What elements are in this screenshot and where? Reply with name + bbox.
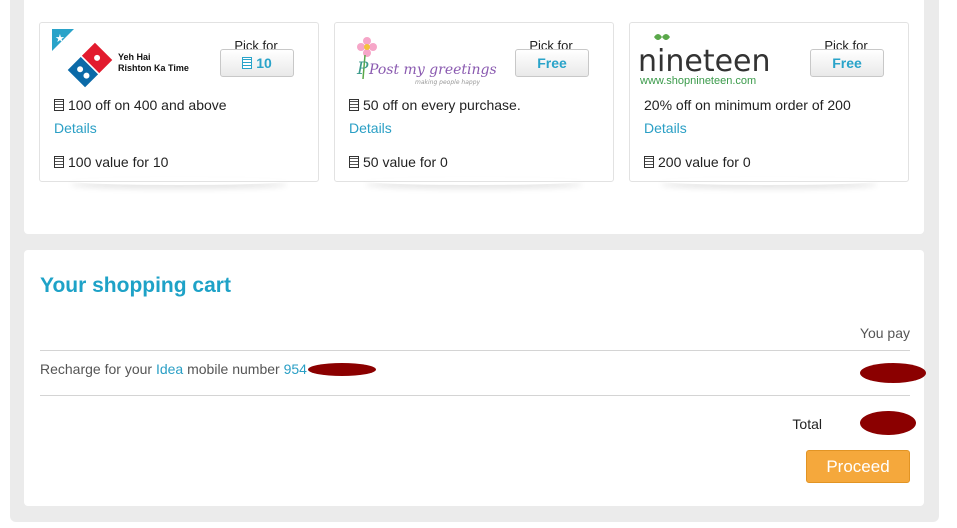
offer-text: 20% off on minimum order of 200: [644, 97, 851, 113]
proceed-button[interactable]: Proceed: [806, 450, 910, 483]
rupee-icon: [644, 156, 654, 168]
svg-text:Rishton Ka Time: Rishton Ka Time: [118, 63, 189, 73]
rupee-icon: [349, 99, 359, 111]
value-text: 50 value for 0: [349, 154, 448, 170]
details-link[interactable]: Details: [644, 120, 687, 136]
svg-text:★: ★: [55, 32, 65, 45]
divider: [40, 395, 910, 396]
offer-card-nineteen: nineteen www.shopnineteen.com Pick for F…: [629, 22, 909, 182]
offer-card-postmygreetings: P Post my greetings making people happy …: [334, 22, 614, 182]
svg-text:making people happy: making people happy: [415, 79, 481, 86]
svg-text:Post my greetings: Post my greetings: [368, 62, 497, 78]
divider: [40, 350, 910, 351]
redacted-total: [860, 411, 916, 435]
svg-text:nineteen: nineteen: [638, 44, 771, 79]
svg-text:www.shopnineteen.com: www.shopnineteen.com: [639, 75, 756, 87]
svg-text:Yeh Hai: Yeh Hai: [118, 52, 151, 62]
you-pay-header: You pay: [859, 325, 910, 341]
total-label: Total: [792, 416, 822, 432]
postmygreetings-logo: P Post my greetings making people happy: [356, 37, 497, 86]
redacted-amount: [860, 363, 926, 383]
offer-text: 50 off on every purchase.: [349, 97, 521, 113]
cart-title: Your shopping cart: [40, 274, 231, 297]
recharge-line: Recharge for your Idea mobile number 954: [40, 361, 307, 377]
nineteen-logo: nineteen www.shopnineteen.com: [638, 34, 771, 87]
details-link[interactable]: Details: [54, 120, 97, 136]
value-text: 200 value for 0: [644, 154, 751, 170]
operator-link[interactable]: Idea: [156, 361, 183, 377]
rupee-icon: [349, 156, 359, 168]
rupee-icon: [54, 156, 64, 168]
svg-text:P: P: [356, 59, 369, 79]
redacted-number: [308, 363, 376, 376]
mobile-number: 954: [283, 361, 307, 377]
dominos-logo: ★ Yeh Hai Rishton Ka Time: [52, 29, 189, 90]
pick-button-nineteen[interactable]: Free: [810, 49, 884, 77]
offers-panel: ★ Yeh Hai Rishton Ka Time Pick for 10 10…: [24, 0, 924, 234]
shopping-cart-panel: Your shopping cart You pay Recharge for …: [24, 250, 926, 506]
details-link[interactable]: Details: [349, 120, 392, 136]
value-text: 100 value for 10: [54, 154, 168, 170]
pick-button-postmygreetings[interactable]: Free: [515, 49, 589, 77]
offer-card-dominos: ★ Yeh Hai Rishton Ka Time Pick for 10 10…: [39, 22, 319, 182]
rupee-icon: [54, 99, 64, 111]
offer-text: 100 off on 400 and above: [54, 97, 227, 113]
pick-button-dominos[interactable]: 10: [220, 49, 294, 77]
rupee-icon: [242, 57, 253, 69]
